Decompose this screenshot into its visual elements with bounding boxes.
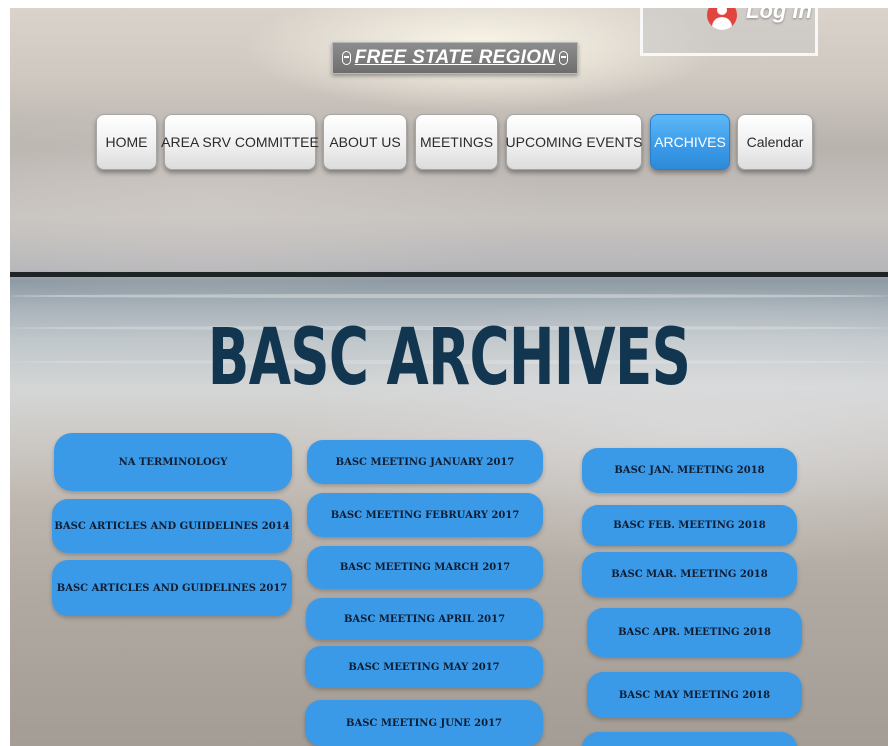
nav-archives[interactable]: ARCHIVES bbox=[650, 114, 730, 170]
archive-link-jan-2018[interactable]: BASC JAN. MEETING 2018 bbox=[582, 448, 797, 493]
archive-link-meeting-jan-2017[interactable]: BASC MEETING JANUARY 2017 bbox=[307, 440, 543, 484]
page-background: Log In FREE STATE REGION HOME AREA SRV C… bbox=[10, 8, 888, 746]
archive-link-next[interactable] bbox=[582, 732, 797, 746]
archive-link-meeting-feb-2017[interactable]: BASC MEETING FEBRUARY 2017 bbox=[307, 493, 543, 537]
archive-link-meeting-may-2017[interactable]: BASC MEETING MAY 2017 bbox=[305, 646, 543, 688]
screw-icon bbox=[559, 51, 569, 65]
archive-link-meeting-apr-2017[interactable]: BASC MEETING APRIL 2017 bbox=[306, 598, 543, 640]
archive-link-meeting-mar-2017[interactable]: BASC MEETING MARCH 2017 bbox=[307, 546, 543, 589]
archive-link-na-terminology[interactable]: NA TERMINOLOGY bbox=[54, 433, 292, 491]
nav-meetings[interactable]: MEETINGS bbox=[415, 114, 498, 170]
nav-calendar[interactable]: Calendar bbox=[737, 114, 813, 170]
archive-link-articles-2017[interactable]: BASC ARTICLES AND GUIDELINES 2017 bbox=[52, 560, 292, 616]
section-divider bbox=[10, 272, 888, 277]
archive-link-feb-2018[interactable]: BASC FEB. MEETING 2018 bbox=[582, 505, 797, 546]
archive-link-mar-2018[interactable]: BASC MAR. MEETING 2018 bbox=[582, 552, 797, 597]
nav-about-us[interactable]: ABOUT US bbox=[323, 114, 407, 170]
screw-icon bbox=[341, 51, 351, 65]
nav-upcoming-events[interactable]: UPCOMING EVENTS bbox=[506, 114, 642, 170]
nav-home[interactable]: HOME bbox=[96, 114, 157, 170]
archive-link-apr-2018[interactable]: BASC APR. MEETING 2018 bbox=[587, 608, 802, 657]
login-button[interactable]: Log In bbox=[640, 8, 818, 56]
archive-link-may-2018[interactable]: BASC MAY MEETING 2018 bbox=[587, 672, 802, 718]
archive-link-meeting-jun-2017[interactable]: BASC MEETING JUNE 2017 bbox=[305, 700, 543, 746]
login-label: Log In bbox=[746, 8, 812, 23]
wave-line bbox=[10, 294, 888, 298]
site-logo[interactable]: FREE STATE REGION bbox=[332, 42, 578, 74]
user-avatar-icon bbox=[707, 8, 737, 30]
archive-link-articles-2014[interactable]: BASC ARTICLES AND GUIIDELINES 2014 bbox=[52, 499, 292, 553]
page-title: BASC ARCHIVES bbox=[207, 313, 691, 403]
site-title: FREE STATE REGION bbox=[354, 47, 556, 68]
nav-area-srv-committee[interactable]: AREA SRV COMMITTEE bbox=[161, 114, 319, 170]
